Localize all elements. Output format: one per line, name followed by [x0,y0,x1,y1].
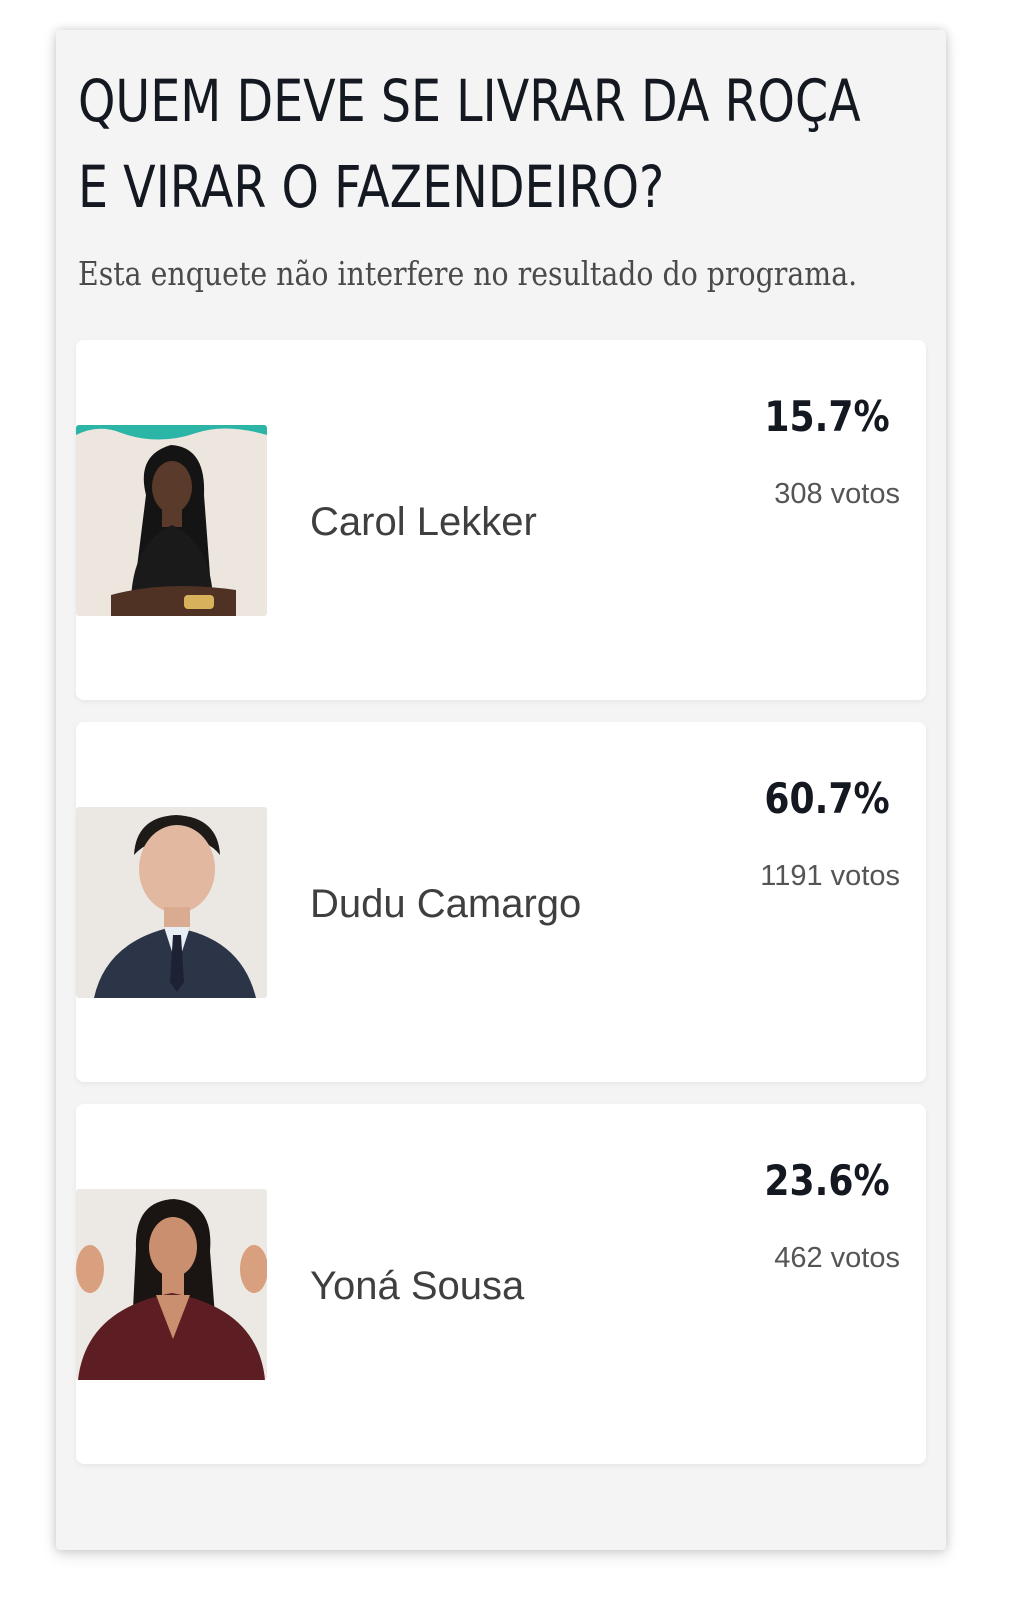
candidate-photo [76,425,267,616]
poll-title-line-2: E VIRAR O FAZENDEIRO? [78,153,665,221]
poll-title: QUEM DEVE SE LIVRAR DA ROÇA E VIRAR O FA… [78,58,861,230]
candidate-name: Yoná Sousa [310,1264,525,1308]
poll-title-line-1: QUEM DEVE SE LIVRAR DA ROÇA [78,67,861,135]
vote-count: 308 votos [774,478,900,510]
poll-option-carol-lekker[interactable]: Carol Lekker 15.7% 308 votos [76,340,926,700]
person-photo-icon [76,807,267,998]
vote-percentage: 15.7% [764,392,890,441]
poll-disclaimer: Esta enquete não interfere no resultado … [78,254,858,293]
vote-count: 1191 votos [760,860,900,892]
candidate-photo [76,807,267,998]
candidate-photo [76,1189,267,1380]
vote-percentage: 23.6% [764,1156,890,1205]
poll-option-dudu-camargo[interactable]: Dudu Camargo 60.7% 1191 votos [76,722,926,1082]
candidate-name: Carol Lekker [310,500,537,544]
vote-percentage: 60.7% [764,774,890,823]
poll-panel: QUEM DEVE SE LIVRAR DA ROÇA E VIRAR O FA… [56,30,946,1550]
vote-count: 462 votos [774,1242,900,1274]
poll-option-yona-sousa[interactable]: Yoná Sousa 23.6% 462 votos [76,1104,926,1464]
candidate-name: Dudu Camargo [310,882,582,926]
person-photo-icon [76,425,267,616]
person-photo-icon [76,1189,267,1380]
